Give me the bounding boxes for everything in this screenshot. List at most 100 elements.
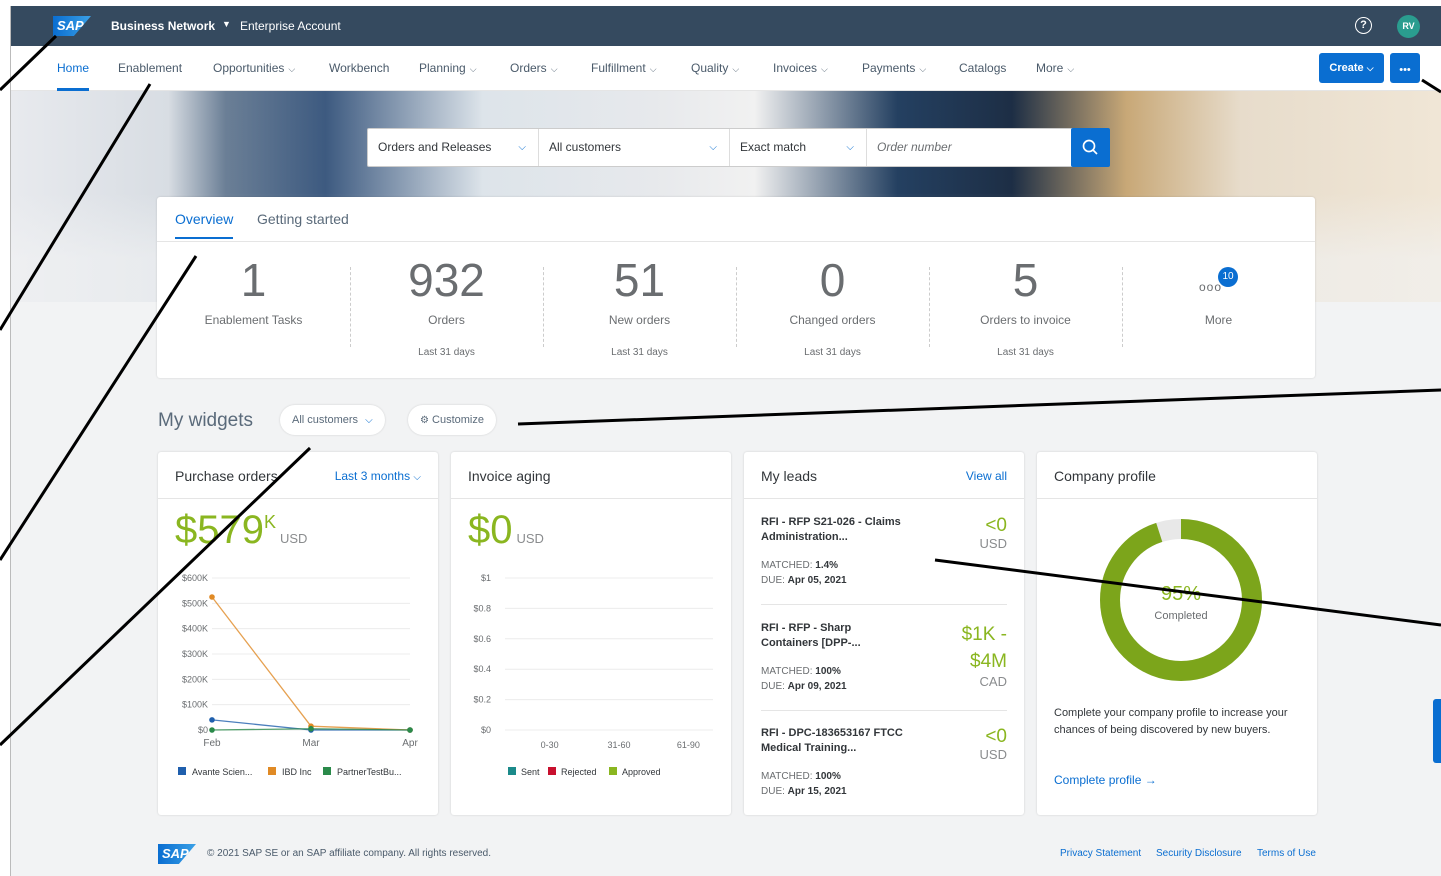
tab-getting-started[interactable]: Getting started [257,211,349,227]
lead-item[interactable]: RFI - RFP S21-026 - Claims Administratio… [761,515,1007,588]
matched-value: 100% [815,666,841,677]
order-number-input[interactable]: Order number [867,129,1071,166]
business-network-menu[interactable]: Business Network [111,19,215,33]
view-all-link[interactable]: View all [966,469,1007,483]
nav-opportunities[interactable]: Opportunities ⌵ [213,61,295,75]
tile-changed-orders[interactable]: 0 Changed orders Last 31 days [736,253,929,363]
nav-label: Opportunities [213,61,285,75]
legend-label: IBD Inc [282,767,312,777]
terms-of-use-link[interactable]: Terms of Use [1257,848,1316,859]
widgets-customer-filter[interactable]: All customers ⌵ [280,405,385,435]
nav-payments[interactable]: Payments ⌵ [862,61,926,75]
legend-swatch [178,767,186,775]
select-value: All customers [549,140,622,154]
create-button[interactable]: Create ⌵ [1319,53,1384,83]
nav-quality[interactable]: Quality ⌵ [691,61,739,75]
nav-label: Payments [862,61,916,75]
due-date: Apr 05, 2021 [787,575,847,586]
nav-enablement[interactable]: Enablement [118,61,182,75]
tile-orders[interactable]: 932 Orders Last 31 days [350,253,543,363]
tile-label: Orders [428,313,465,327]
customize-button[interactable]: ⚙ Customize [408,405,496,435]
amount-currency: USD [979,536,1007,551]
amount-currency: CAD [979,674,1007,689]
matched-label: MATCHED: [761,666,816,677]
sap-logo[interactable]: SAP [53,16,91,36]
account-type[interactable]: Enterprise Account [240,19,341,33]
data-point [209,727,215,733]
privacy-statement-link[interactable]: Privacy Statement [1060,848,1141,859]
legend-label: Avante Scien... [192,767,252,777]
y-tick-label: $400K [182,624,208,634]
tile-period: Last 31 days [418,347,475,358]
legend-swatch [268,767,276,775]
due-date: Apr 09, 2021 [787,681,847,692]
purchase-orders-total: $579K USD [175,508,307,553]
tab-divider [157,241,1315,242]
matched-label: MATCHED: [761,560,816,571]
complete-profile-link[interactable]: Complete profile → [1054,773,1157,787]
nav-label: Enablement [118,61,183,75]
tile-new-orders[interactable]: 51 New orders Last 31 days [543,253,736,363]
customer-select[interactable]: All customers ⌵ [539,129,730,166]
lead-amount: $1K - $4M CAD [947,621,1007,689]
matched-label: MATCHED: [761,771,816,782]
chevron-down-icon: ⌵ [919,64,927,74]
range-select[interactable]: Last 3 months ⌵ [335,469,421,483]
total-value: $0 [468,508,513,552]
nav-invoices[interactable]: Invoices ⌵ [773,61,828,75]
total-currency: USD [280,531,308,546]
due-label: DUE: [761,786,788,797]
app-window: SAP Business Network ▼ Enterprise Accoun… [10,6,1441,876]
security-disclosure-link[interactable]: Security Disclosure [1156,848,1242,859]
caret-down-icon[interactable]: ▼ [222,19,231,29]
document-type-select[interactable]: Orders and Releases ⌵ [368,129,539,166]
search-button[interactable] [1071,128,1110,167]
chevron-down-icon: ⌵ [1067,64,1075,74]
nav-orders[interactable]: Orders ⌵ [510,61,558,75]
x-tick-label: Apr [402,738,418,749]
help-icon[interactable]: ? [1355,17,1372,34]
tile-value: 5 [1012,254,1039,306]
chevron-down-icon: ⌵ [469,64,477,74]
tile-more[interactable]: ooo10 More [1122,267,1315,377]
tile-enablement-tasks[interactable]: 1 Enablement Tasks [157,253,350,363]
widget-title: Purchase orders [175,468,278,484]
lead-item[interactable]: RFI - RFP - Sharp Containers [DPP-... $1… [761,621,1007,694]
y-tick-label: $0 [198,725,208,735]
x-tick-label: 31-60 [607,740,630,750]
tile-label: Enablement Tasks [204,313,303,327]
nav-planning[interactable]: Planning ⌵ [419,61,477,75]
matched-value: 1.4% [815,560,839,571]
header-divider [158,498,438,499]
tile-orders-to-invoice[interactable]: 5 Orders to invoice Last 31 days [929,253,1122,363]
chevron-down-icon: ⌵ [550,64,558,74]
lead-item[interactable]: RFI - DPC-183653167 FTCC Medical Trainin… [761,726,1007,799]
nav-label: Quality [691,61,729,75]
feedback-side-tab[interactable] [1433,699,1441,763]
nav-label: Home [57,61,90,75]
header-divider [451,498,731,499]
nav-catalogs[interactable]: Catalogs [959,61,1006,75]
data-point [308,725,314,732]
nav-label: Invoices [773,61,818,75]
widget-title: Invoice aging [468,468,551,484]
nav-label: More [1036,61,1064,75]
match-type-select[interactable]: Exact match ⌵ [730,129,867,166]
user-avatar[interactable]: RV [1397,15,1420,38]
more-actions-button[interactable]: ••• [1390,53,1420,83]
chevron-down-icon: ⌵ [732,64,740,74]
chevron-down-icon: ⌵ [413,472,421,483]
y-tick-label: $0.4 [473,664,491,674]
series-line [211,596,411,731]
nav-home[interactable]: Home [57,61,90,91]
tile-label: Changed orders [789,313,876,327]
nav-fulfillment[interactable]: Fulfillment ⌵ [591,61,657,75]
nav-more[interactable]: More ⌵ [1036,61,1074,75]
lead-title: RFI - RFP - Sharp Containers [DPP-... [761,622,861,649]
tile-period: Last 31 days [611,347,668,358]
tab-overview[interactable]: Overview [175,211,234,239]
nav-workbench[interactable]: Workbench [329,61,389,75]
top-navigation: Home Enablement Opportunities ⌵ Workbench… [11,46,1441,91]
header-divider [744,498,1024,499]
